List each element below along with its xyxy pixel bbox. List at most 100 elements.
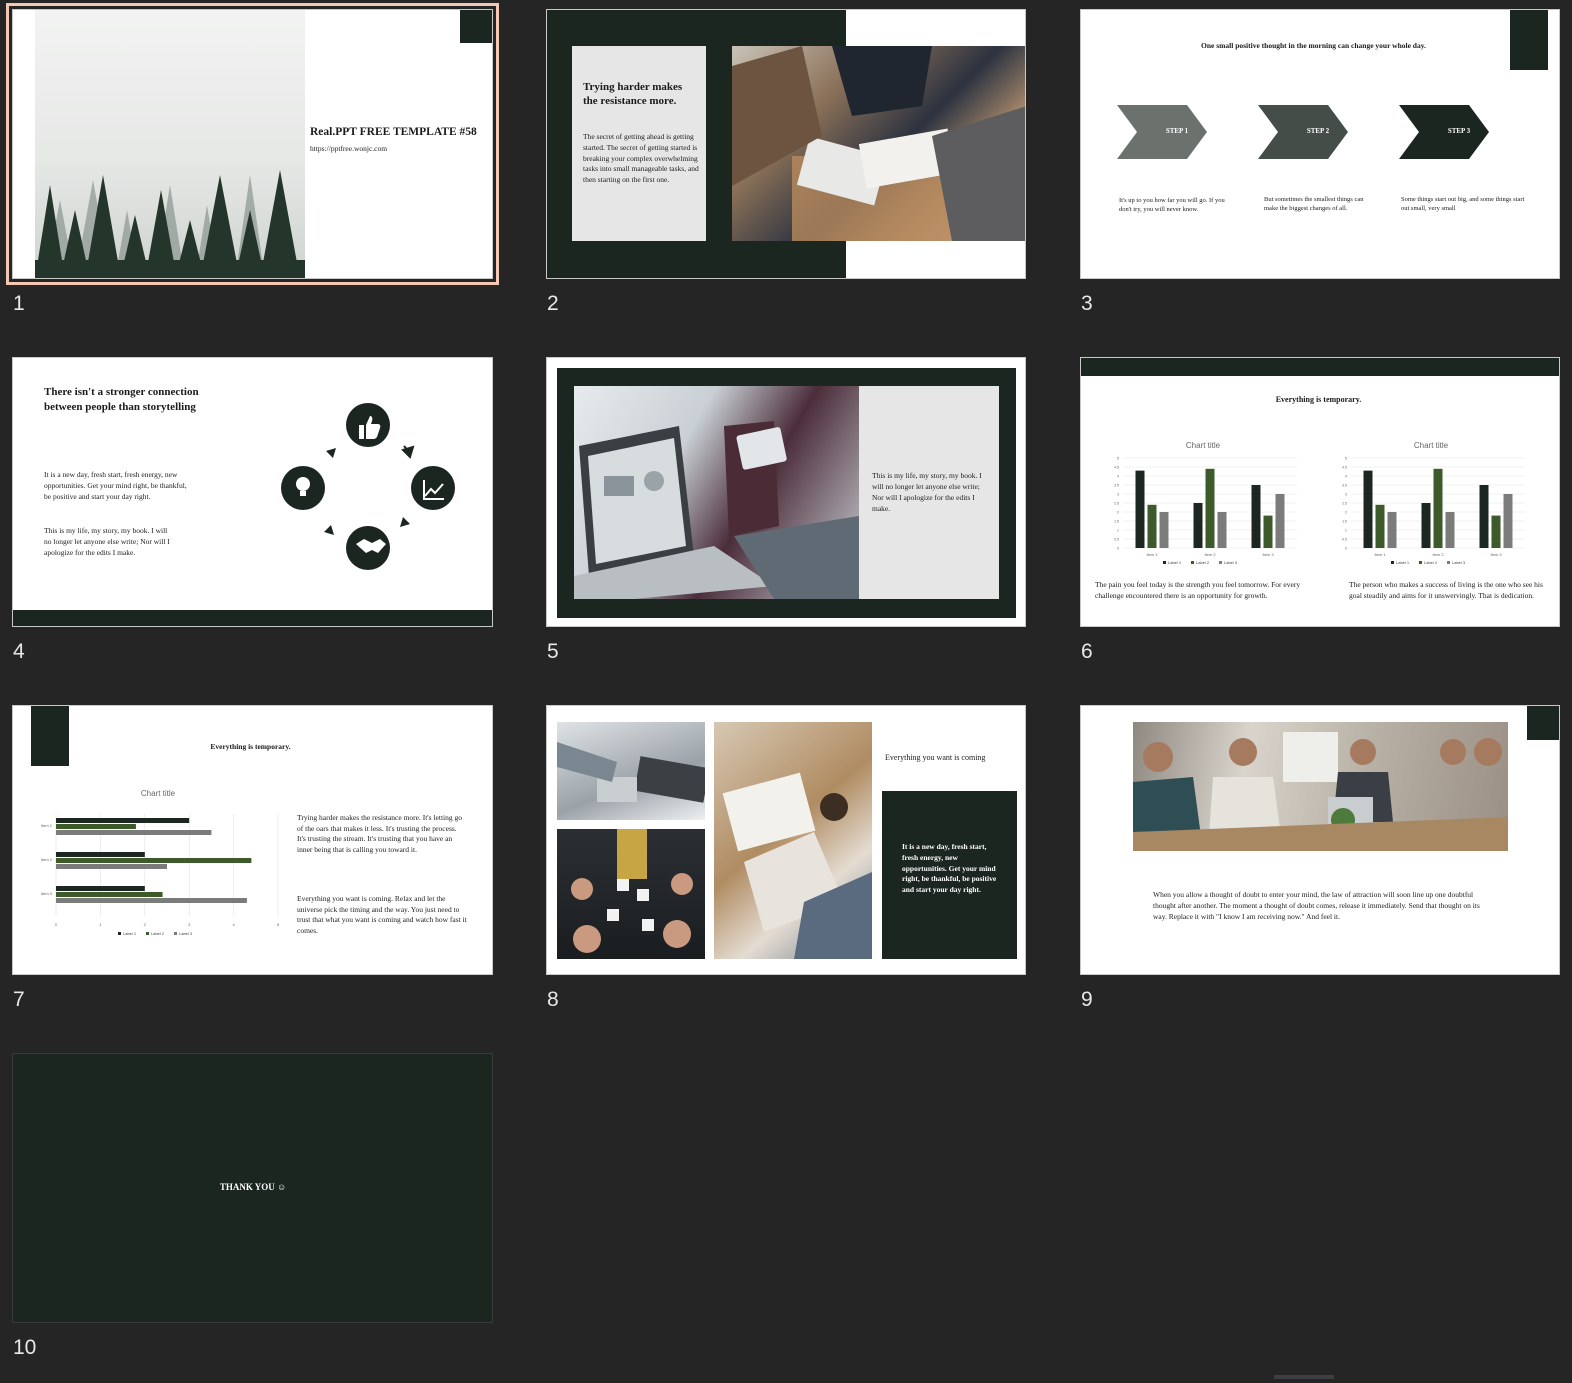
legend-label: Label 1: [1396, 560, 1410, 565]
tick-label: 5: [1345, 457, 1347, 461]
slide-thumbnail-2[interactable]: Trying harder makes the resistance more.…: [546, 9, 1026, 279]
bar: [1159, 512, 1169, 548]
slide8-body: It is a new day, fresh start, fresh ener…: [902, 842, 997, 895]
slide-number-8: 8: [547, 988, 559, 1011]
legend-label: Label 2: [1196, 560, 1210, 565]
bar: [1503, 494, 1513, 548]
slide2-title: Trying harder makes the resistance more.: [583, 81, 683, 107]
bar: [56, 824, 136, 829]
slide-number-1: 1: [13, 292, 25, 315]
tick-label: 0: [1117, 547, 1119, 551]
tick-label: 5: [1117, 457, 1119, 461]
slide8-heading: Everything you want is coming: [885, 753, 986, 762]
slide-thumbnail-6[interactable]: Everything is temporary. Chart title 0 0.5…: [1080, 357, 1560, 627]
slide9-body: When you allow a thought of doubt to ent…: [1153, 890, 1480, 921]
category-label: Item 3: [41, 891, 53, 896]
handshake-icon: [346, 526, 390, 570]
slide-thumbnail-8[interactable]: Everything you want is coming It is a ne…: [546, 705, 1026, 975]
bar: [1491, 515, 1501, 548]
chart-title: Chart title: [141, 789, 176, 798]
slide-thumbnail-4[interactable]: There isn't a stronger connection betwee…: [12, 357, 493, 627]
step2-label: STEP 2: [1306, 127, 1330, 135]
category-label: Item 1: [41, 823, 53, 828]
tick-label: 0.5: [1342, 538, 1347, 542]
slide4-body-1: It is a new day, fresh start, fresh ener…: [44, 470, 187, 501]
tick-label: 0: [55, 922, 58, 927]
slide-number-3: 3: [1081, 292, 1093, 315]
legend-swatch: [174, 932, 177, 935]
chart-title: Chart title: [1186, 441, 1221, 450]
step2-text: But sometimes the smallest things can ma…: [1264, 196, 1364, 212]
tick-label: 2: [1345, 511, 1347, 515]
tick-label: 1: [1345, 529, 1347, 533]
bar-chart-left: Chart title 0 0.5 1 1.5 2 2.5 3 3.5 4 4.5 5 Item 1 It…: [1114, 441, 1297, 565]
tick-label: 1.5: [1114, 520, 1119, 524]
legend-swatch: [1163, 561, 1166, 564]
bar: [56, 864, 167, 869]
bar: [1421, 503, 1431, 548]
slide-thumbnail-5[interactable]: This is my life, my story, my book. I wi…: [546, 357, 1026, 627]
tick-label: 2.5: [1114, 502, 1119, 506]
slide-number-9: 9: [1081, 988, 1093, 1011]
slide7-heading: Everything is temporary.: [210, 742, 291, 751]
slide-thumbnail-10[interactable]: THANK YOU ☺: [12, 1053, 493, 1323]
bar: [1375, 504, 1385, 548]
legend-swatch: [118, 932, 121, 935]
category-label: Item 1: [1374, 552, 1386, 557]
slide10-thank-you: THANK YOU ☺: [219, 1182, 287, 1192]
category-label: Item 1: [1146, 552, 1158, 557]
legend-swatch: [1391, 561, 1394, 564]
slide-number-10: 10: [13, 1336, 37, 1359]
bar: [1433, 468, 1443, 548]
slide6-heading: Everything is temporary.: [1275, 395, 1362, 404]
category-label: Item 2: [1204, 552, 1216, 557]
bar: [1363, 470, 1373, 548]
laptop-work-photo: [574, 386, 859, 599]
slide-number-2: 2: [547, 292, 559, 315]
step1-label: STEP 1: [1165, 127, 1189, 135]
tick-label: 4: [232, 922, 235, 927]
slide6-caption-left: The pain you feel today is the strength …: [1095, 580, 1301, 600]
slide-thumbnail-9[interactable]: When you allow a thought of doubt to ent…: [1080, 705, 1560, 975]
misty-forest-photo: [35, 10, 305, 278]
category-label: Item 3: [1490, 552, 1502, 557]
slide3-heading: One small positive thought in the mornin…: [1201, 41, 1426, 50]
bar: [1217, 512, 1227, 548]
horizontal-bar-chart: Chart title 0 1 2 3 4 5 Item 1 Item 2 Item 3 Label…: [41, 789, 280, 936]
slide4-title: There isn't a stronger connection betwee…: [44, 386, 199, 413]
slide7-para-1: Trying harder makes the resistance more.…: [297, 813, 462, 855]
bar: [1275, 494, 1285, 548]
tick-label: 2: [144, 922, 147, 927]
legend-label: Label 3: [1452, 560, 1466, 565]
tick-label: 2.5: [1342, 502, 1347, 506]
tick-label: 2: [1117, 511, 1119, 515]
lightbulb-icon: [281, 466, 325, 510]
icon-cycle: [281, 403, 455, 570]
bar: [56, 898, 247, 903]
horizontal-scrollbar[interactable]: [1274, 1375, 1334, 1379]
slide-thumbnail-1[interactable]: Real.PPT FREE TEMPLATE #58 https://pptfr…: [6, 3, 499, 285]
bar: [56, 892, 163, 897]
bar: [1263, 515, 1273, 548]
step3-text: Some things start out big, and some thin…: [1401, 196, 1525, 212]
tick-label: 1: [99, 922, 102, 927]
bar: [56, 830, 212, 835]
tick-label: 3: [1345, 493, 1347, 497]
slide-thumbnail-3[interactable]: One small positive thought in the mornin…: [1080, 9, 1560, 279]
legend-swatch: [1219, 561, 1222, 564]
legend-label: Label 2: [1424, 560, 1438, 565]
corner-block: [1527, 706, 1559, 740]
legend-label: Label 1: [123, 931, 137, 936]
slide2-body: The secret of getting ahead is getting s…: [583, 132, 699, 185]
bar: [1479, 485, 1489, 548]
bar: [1251, 485, 1261, 548]
bar: [1445, 512, 1455, 548]
slide4-body-2: This is my life, my story, my book. I wi…: [44, 526, 170, 557]
bar: [56, 852, 145, 857]
slide1-url: https://pptfree.wonjc.com: [310, 144, 388, 153]
bar: [1193, 503, 1203, 548]
business-meeting-photo: [732, 46, 1025, 241]
bar: [1135, 470, 1145, 548]
slide-number-7: 7: [13, 988, 25, 1011]
slide-thumbnail-7[interactable]: Everything is temporary. Chart title 0 1 2 3…: [12, 705, 493, 975]
